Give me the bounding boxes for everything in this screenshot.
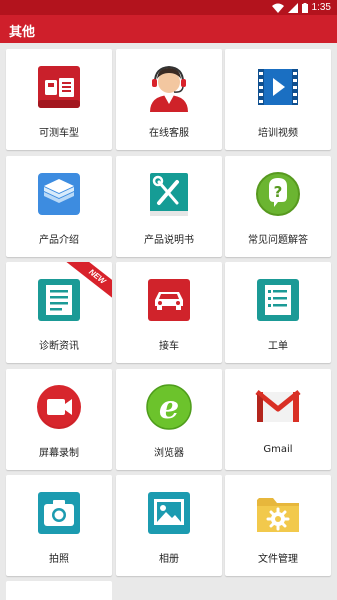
gallery-icon [148,492,190,534]
tile-label: 产品说明书 [144,235,194,246]
tile-label: 工单 [268,341,288,352]
question-icon: ? [256,172,300,216]
tile-browser[interactable]: e 浏览器 [116,369,222,470]
tile-label: Gmail [263,444,293,455]
tile-training-video[interactable]: 培训视频 [225,49,331,150]
tile-supported-vehicles[interactable]: 可测车型 [6,49,112,150]
vehicle-list-icon [38,66,80,108]
tile-gmail[interactable]: Gmail [225,369,331,470]
tile-faq[interactable]: ? 常见问题解答 [225,156,331,257]
layers-icon [38,173,80,215]
wifi-icon [271,3,284,13]
svg-text:e: e [159,388,179,426]
news-icon [38,279,80,321]
tile-label: 文件管理 [258,554,298,565]
gmail-icon [255,390,301,422]
svg-text:?: ? [274,183,283,201]
manual-tools-icon [150,173,188,216]
tile-label: 相册 [159,554,179,565]
tile-label: 产品介绍 [39,235,79,246]
partial-tile[interactable] [6,581,112,600]
tile-file-manager[interactable]: 文件管理 [225,475,331,576]
car-icon [148,279,190,321]
tile-diagnostic-news[interactable]: NEW 诊断资讯 [6,262,112,363]
screen-record-icon [37,385,81,429]
tile-online-service[interactable]: 在线客服 [116,49,222,150]
tile-camera[interactable]: 拍照 [6,475,112,576]
tile-work-order[interactable]: 工单 [225,262,331,363]
signal-icon [287,2,298,13]
tile-label: 培训视频 [258,128,298,139]
tile-label: 接车 [159,341,179,352]
battery-icon [301,2,308,13]
status-bar: 1:35 [0,0,337,15]
tile-vehicle-reception[interactable]: 接车 [116,262,222,363]
tile-label: 诊断资讯 [39,341,79,352]
tile-label: 在线客服 [149,128,189,139]
tile-label: 可测车型 [39,128,79,139]
tile-label: 浏览器 [154,448,184,459]
tile-label: 拍照 [49,554,69,565]
browser-icon: e [146,384,192,430]
customer-service-icon [150,65,188,112]
tile-label: 常见问题解答 [248,235,308,246]
checklist-icon [257,279,299,321]
tile-gallery[interactable]: 相册 [116,475,222,576]
tile-product-manual[interactable]: 产品说明书 [116,156,222,257]
tile-product-intro[interactable]: 产品介绍 [6,156,112,257]
tile-label: 屏幕录制 [39,448,79,459]
page-title: 其他 [9,25,36,40]
app-bar: 其他 [0,15,337,43]
video-icon [258,69,298,105]
status-time: 1:35 [311,2,331,13]
tile-screen-record[interactable]: 屏幕录制 [6,369,112,470]
file-manager-icon [257,498,299,532]
camera-icon [38,492,80,534]
